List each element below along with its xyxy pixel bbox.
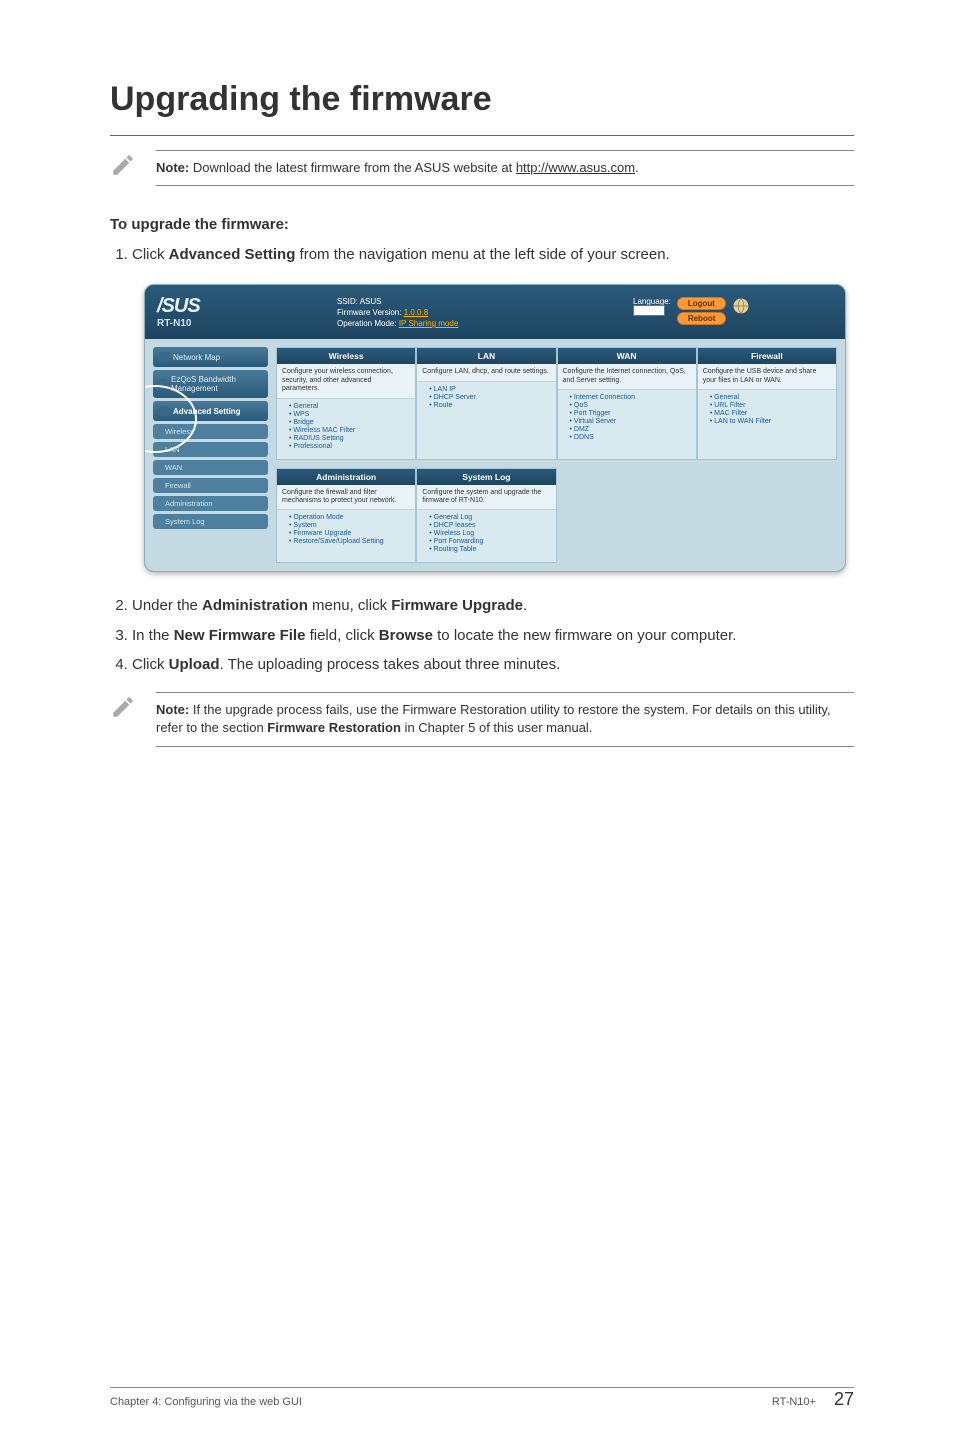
note2-label: Note: — [156, 702, 189, 717]
logout-button[interactable]: Logout — [677, 297, 726, 310]
step-2: Under the Administration menu, click Fir… — [132, 594, 854, 617]
pencil-icon — [110, 694, 136, 720]
language-select[interactable]: English — [633, 305, 665, 316]
note2-bold: Firmware Restoration — [267, 720, 401, 735]
link-professional[interactable]: Professional — [289, 443, 410, 450]
sidebar: Network Map EzQoS Bandwidth Management A… — [153, 347, 268, 563]
link-bridge[interactable]: Bridge — [289, 419, 410, 426]
model-label: RT-N10 — [157, 318, 337, 329]
link-internet-connection[interactable]: Internet Connection — [570, 394, 691, 401]
link-operation-mode[interactable]: Operation Mode — [289, 514, 410, 521]
router-screenshot: /SUS RT-N10 SSID: ASUS Firmware Version:… — [144, 284, 854, 572]
card-lan: LAN Configure LAN, dhcp, and route setti… — [416, 347, 556, 459]
pencil-icon — [110, 152, 136, 178]
note-label: Note: — [156, 160, 189, 175]
card-administration: Administration Configure the firewall an… — [276, 468, 416, 564]
link-lan-wan-filter[interactable]: LAN to WAN Filter — [710, 418, 831, 425]
link-system[interactable]: System — [289, 522, 410, 529]
note-block-2: Note: If the upgrade process fails, use … — [110, 692, 854, 746]
page-number: 27 — [834, 1389, 854, 1410]
link-port-forwarding[interactable]: Port Forwarding — [429, 538, 550, 545]
sidebar-sub-firewall[interactable]: Firewall — [153, 478, 268, 493]
sidebar-sub-system-log[interactable]: System Log — [153, 514, 268, 529]
note-text: Download the latest firmware from the AS… — [189, 160, 516, 175]
globe-icon — [732, 297, 750, 315]
link-port-trigger[interactable]: Port Trigger — [570, 410, 691, 417]
sidebar-sub-wireless[interactable]: Wireless — [153, 424, 268, 439]
link-ddns[interactable]: DDNS — [570, 434, 691, 441]
sidebar-sub-wan[interactable]: WAN — [153, 460, 268, 475]
footer-right: RT-N10+ — [772, 1396, 816, 1408]
sidebar-item-advanced-setting[interactable]: Advanced Setting — [153, 401, 268, 421]
page-title: Upgrading the firmware — [110, 80, 854, 119]
steps-list-1: Click Advanced Setting from the navigati… — [110, 243, 854, 266]
sidebar-item-ezqos[interactable]: EzQoS Bandwidth Management — [153, 370, 268, 398]
link-fw-mac-filter[interactable]: MAC Filter — [710, 410, 831, 417]
link-virtual-server[interactable]: Virtual Server — [570, 418, 691, 425]
footer-divider — [110, 1387, 854, 1388]
subheading: To upgrade the firmware: — [110, 216, 854, 233]
page-footer: Chapter 4: Configuring via the web GUI R… — [110, 1389, 854, 1410]
footer-left: Chapter 4: Configuring via the web GUI — [110, 1396, 302, 1408]
network-icon — [159, 352, 169, 362]
note-block-1: Note: Download the latest firmware from … — [110, 150, 854, 186]
link-fw-general[interactable]: General — [710, 394, 831, 401]
divider — [110, 135, 854, 136]
link-wireless-log[interactable]: Wireless Log — [429, 530, 550, 537]
card-firewall: Firewall Configure the USB device and sh… — [697, 347, 837, 459]
steps-list-2: Under the Administration menu, click Fir… — [110, 594, 854, 676]
router-header: /SUS RT-N10 SSID: ASUS Firmware Version:… — [145, 285, 845, 339]
link-routing-table[interactable]: Routing Table — [429, 546, 550, 553]
opmode-link[interactable]: IP Sharing mode — [399, 319, 458, 328]
note2-text2: in Chapter 5 of this user manual. — [401, 720, 593, 735]
sidebar-sub-lan[interactable]: LAN — [153, 442, 268, 457]
link-url-filter[interactable]: URL Filter — [710, 402, 831, 409]
note-after: . — [635, 160, 639, 175]
link-lan-ip[interactable]: LAN IP — [429, 386, 550, 393]
link-dmz[interactable]: DMZ — [570, 426, 691, 433]
reboot-button[interactable]: Reboot — [677, 312, 727, 325]
sidebar-sub-administration[interactable]: Administration — [153, 496, 268, 511]
card-wan: WAN Configure the Internet connection, Q… — [557, 347, 697, 459]
link-wps[interactable]: WPS — [289, 411, 410, 418]
link-general-log[interactable]: General Log — [429, 514, 550, 521]
card-system-log: System Log Configure the system and upgr… — [416, 468, 556, 564]
link-firmware-upgrade[interactable]: Firmware Upgrade — [289, 530, 410, 537]
sidebar-item-network-map[interactable]: Network Map — [153, 347, 268, 367]
firmware-link[interactable]: 1.0.0.8 — [404, 308, 428, 317]
link-general[interactable]: General — [289, 403, 410, 410]
link-mac-filter[interactable]: Wireless MAC Filter — [289, 427, 410, 434]
asus-logo: /SUS — [157, 295, 337, 318]
gear-icon — [159, 406, 169, 416]
link-qos[interactable]: QoS — [570, 402, 691, 409]
note-link[interactable]: http://www.asus.com — [516, 160, 635, 175]
step-1: Click Advanced Setting from the navigati… — [132, 243, 854, 266]
link-dhcp-leases[interactable]: DHCP leases — [429, 522, 550, 529]
link-restore-save-upload[interactable]: Restore/Save/Upload Setting — [289, 538, 410, 545]
link-radius[interactable]: RADIUS Setting — [289, 435, 410, 442]
step-3: In the New Firmware File field, click Br… — [132, 624, 854, 647]
step-4: Click Upload. The uploading process take… — [132, 653, 854, 676]
link-route[interactable]: Route — [429, 402, 550, 409]
qos-icon — [159, 379, 167, 389]
link-dhcp-server[interactable]: DHCP Server — [429, 394, 550, 401]
card-wireless: Wireless Configure your wireless connect… — [276, 347, 416, 459]
